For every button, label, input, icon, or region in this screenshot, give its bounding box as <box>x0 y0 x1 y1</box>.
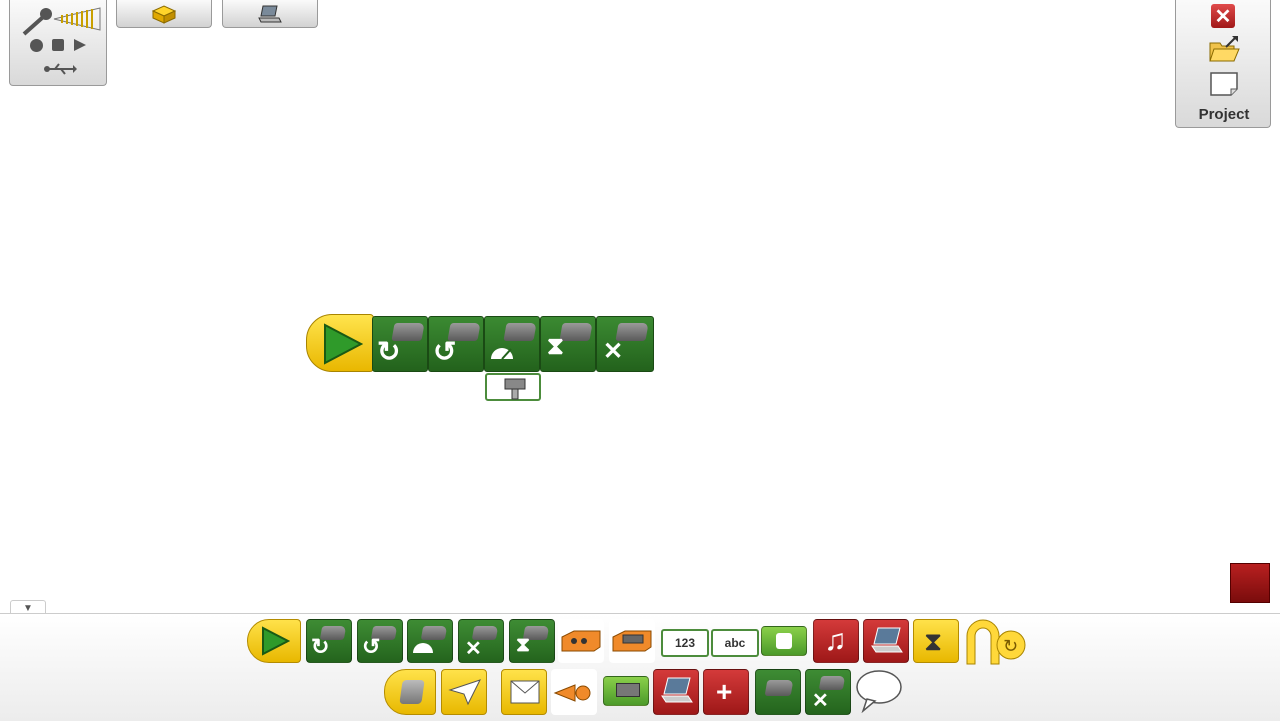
plus-icon: + <box>716 676 733 707</box>
palette-motor-multiply[interactable]: ✕ <box>805 669 851 715</box>
palette-display-add[interactable] <box>653 669 699 715</box>
gauge-icon <box>413 643 433 653</box>
palette-display[interactable] <box>863 619 909 663</box>
palette-display-background[interactable] <box>603 676 649 706</box>
palette-start-on-key[interactable] <box>384 669 436 715</box>
number-label: 123 <box>674 636 696 650</box>
palette-number-input[interactable]: 123 <box>661 629 709 657</box>
microphone-icon[interactable] <box>16 6 56 36</box>
wait-for-block[interactable]: ⧗ <box>540 316 596 372</box>
palette-random-input[interactable] <box>761 626 807 656</box>
play-icon <box>324 323 363 365</box>
tilt-sensor-icon <box>504 378 526 400</box>
counterclockwise-arrow-icon: ↺ <box>362 634 381 659</box>
volume-meter-icon <box>53 7 101 31</box>
palette-start-on-message[interactable] <box>441 669 487 715</box>
lego-brick-button[interactable] <box>116 0 212 28</box>
tilt-sensor-icon <box>612 630 652 652</box>
gauge-icon <box>491 348 513 360</box>
hourglass-icon: ⧗ <box>516 634 531 656</box>
brick-icon <box>151 4 177 24</box>
palette-sound-sensor[interactable] <box>551 669 597 715</box>
sound-sensor-icon <box>553 684 591 702</box>
palette-play-sound[interactable]: ♫ <box>813 619 859 663</box>
palette-motor-power[interactable] <box>407 619 453 663</box>
palette-motion-sensor[interactable] <box>558 619 604 663</box>
motor-off-block[interactable]: ✕ <box>596 316 654 372</box>
stop-program-button[interactable] <box>1230 563 1270 603</box>
laptop-icon <box>661 677 693 703</box>
palette-motor-this-way[interactable]: ↻ <box>306 619 352 663</box>
motor-icon <box>559 323 593 341</box>
key-icon <box>399 680 425 704</box>
clockwise-arrow-icon: ↻ <box>311 634 330 659</box>
palette-display-subtract[interactable]: + <box>703 669 749 715</box>
x-icon: ✕ <box>465 638 482 660</box>
dice-icon <box>776 633 792 649</box>
start-block[interactable] <box>306 314 374 372</box>
x-icon: ✕ <box>603 338 624 365</box>
project-panel: ✕ Project <box>1175 0 1271 128</box>
palette-motor-power-chain[interactable] <box>755 669 801 715</box>
palette-send-message[interactable] <box>501 669 547 715</box>
palette-tilt-sensor[interactable] <box>609 619 655 663</box>
motor-power-input[interactable] <box>485 373 541 401</box>
palette-speech-bubble[interactable] <box>855 669 903 713</box>
project-label: Project <box>1198 106 1250 123</box>
music-note-icon: ♫ <box>824 624 847 657</box>
palette-text-input[interactable]: abc <box>711 629 759 657</box>
motor-icon <box>420 626 448 640</box>
tilt-icon <box>616 683 640 697</box>
laptop-icon <box>258 5 282 22</box>
palette-start-block[interactable] <box>247 619 301 663</box>
x-icon: ✕ <box>812 690 829 712</box>
new-page-icon[interactable] <box>1209 71 1239 97</box>
text-label: abc <box>724 636 746 650</box>
open-folder-icon[interactable] <box>1208 35 1240 63</box>
motor-icon <box>764 680 794 696</box>
motion-sensor-icon <box>561 630 601 652</box>
envelope-icon <box>510 680 540 704</box>
hourglass-icon: ⧗ <box>924 626 943 656</box>
palette-motor-that-way[interactable]: ↺ <box>357 619 403 663</box>
control-panel <box>9 0 107 86</box>
chevron-down-icon: ▼ <box>23 602 33 614</box>
motor-this-way-block[interactable]: ↻ <box>372 316 428 372</box>
counterclockwise-arrow-icon: ↺ <box>433 336 457 367</box>
hourglass-icon: ⧗ <box>547 333 564 360</box>
laptop-button[interactable] <box>222 0 318 28</box>
stop-icon[interactable] <box>52 39 64 51</box>
palette-motor-off[interactable]: ✕ <box>458 619 504 663</box>
usb-icon <box>44 63 77 75</box>
record-icon[interactable] <box>30 39 43 52</box>
close-icon[interactable]: ✕ <box>1211 4 1235 28</box>
loop-icon: ↻ <box>1003 636 1018 657</box>
palette-repeat[interactable]: ↻ <box>963 618 1035 666</box>
play-icon <box>262 626 290 656</box>
palette-motor-on-for[interactable]: ⧗ <box>509 619 555 663</box>
motor-power-block[interactable] <box>484 316 540 372</box>
paper-plane-icon <box>448 679 481 706</box>
palette-wait-for[interactable]: ⧗ <box>913 619 959 663</box>
play-icon[interactable] <box>73 38 87 52</box>
motor-that-way-block[interactable]: ↺ <box>428 316 484 372</box>
motor-icon <box>503 323 537 341</box>
laptop-icon <box>871 627 903 653</box>
clockwise-arrow-icon: ↻ <box>377 336 401 367</box>
